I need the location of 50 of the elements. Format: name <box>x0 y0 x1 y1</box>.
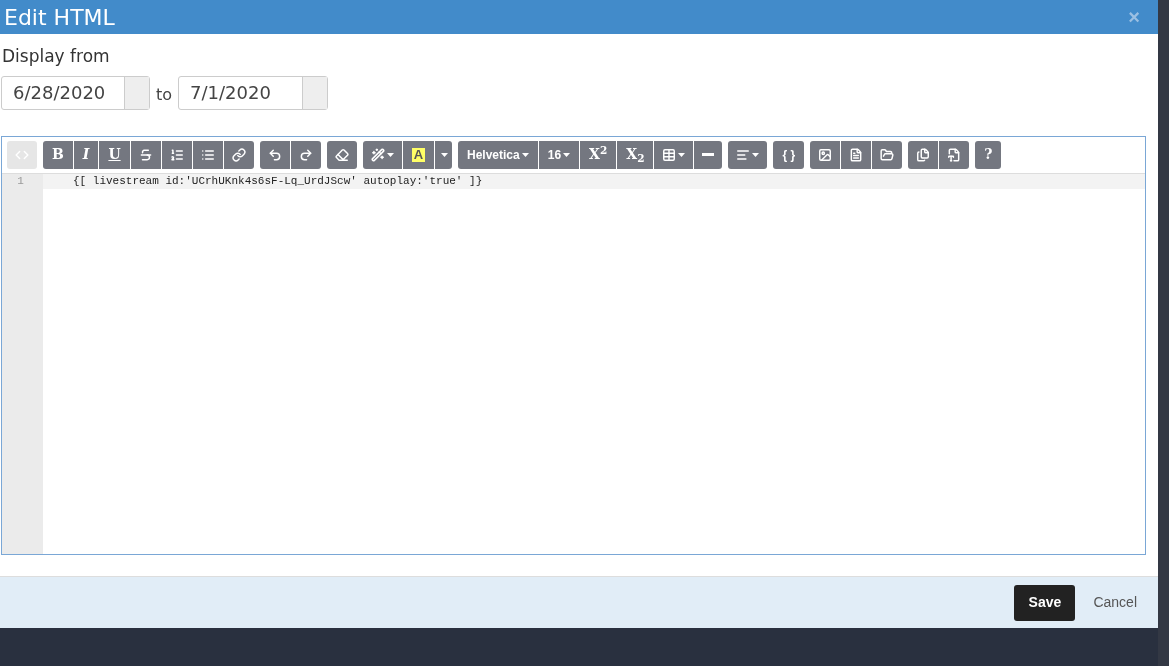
undo-icon <box>267 147 282 162</box>
date-field[interactable]: 7/1/2020 <box>178 75 329 110</box>
toolbar-button[interactable] <box>362 140 402 169</box>
toolbar-button[interactable] <box>841 140 872 169</box>
toolbar-button[interactable] <box>810 140 841 169</box>
copy-icon <box>916 147 931 162</box>
magic-wand-icon <box>370 147 385 162</box>
caret-icon <box>441 152 448 157</box>
toolbar-button[interactable] <box>192 140 223 169</box>
toolbar-button[interactable] <box>326 140 357 169</box>
toolbar-button[interactable] <box>290 140 321 169</box>
bullet-list-icon <box>200 147 215 162</box>
toolbar-button[interactable]: U <box>99 140 130 169</box>
image-icon <box>818 147 833 162</box>
toolbar-button[interactable]: X$_{2}$ <box>617 140 654 169</box>
redo-icon <box>298 147 313 162</box>
link-icon <box>231 147 246 162</box>
toolbar-button[interactable] <box>259 140 290 169</box>
toolbar-button[interactable]: 16 <box>538 140 580 169</box>
toolbar-button[interactable]: I <box>73 140 99 169</box>
toolbar-button[interactable] <box>223 140 254 169</box>
date-field[interactable]: 6/28/2020 <box>1 75 150 110</box>
table-icon <box>662 147 677 162</box>
dropdown-button[interactable] <box>435 140 452 169</box>
toolbar-button[interactable] <box>872 140 903 169</box>
toolbar-button[interactable] <box>728 140 768 169</box>
folder-icon <box>880 147 895 162</box>
strikethrough-icon <box>138 147 153 162</box>
align-icon <box>736 147 751 162</box>
toolbar-button[interactable]: { } <box>773 140 805 169</box>
display-label: Display from <box>2 45 111 68</box>
toolbar-button[interactable]: Helvetica <box>458 140 538 169</box>
toolbar-button[interactable]: B <box>43 140 73 169</box>
toolbar-button[interactable] <box>130 140 161 169</box>
toolbar-button[interactable] <box>694 140 723 169</box>
date-joiner: to <box>156 83 173 106</box>
highlight-button[interactable]: A <box>402 140 434 169</box>
line-number: 1 <box>16 173 25 189</box>
toolbar-button[interactable] <box>939 140 970 169</box>
toolbar-button[interactable]: X$^{2}$ <box>580 140 617 169</box>
eraser-icon <box>334 147 349 162</box>
dialog-title: Edit HTML <box>4 3 115 32</box>
toolbar-button[interactable] <box>161 140 192 169</box>
toolbar-button[interactable] <box>908 140 939 169</box>
cancel-button[interactable]: Cancel <box>1093 592 1137 613</box>
toolbar-button[interactable] <box>654 140 694 169</box>
numbered-list-icon <box>169 147 184 162</box>
toolbar-button[interactable]: ? <box>975 140 1002 169</box>
document-icon <box>849 147 864 162</box>
save-button[interactable]: Save <box>1014 584 1076 621</box>
